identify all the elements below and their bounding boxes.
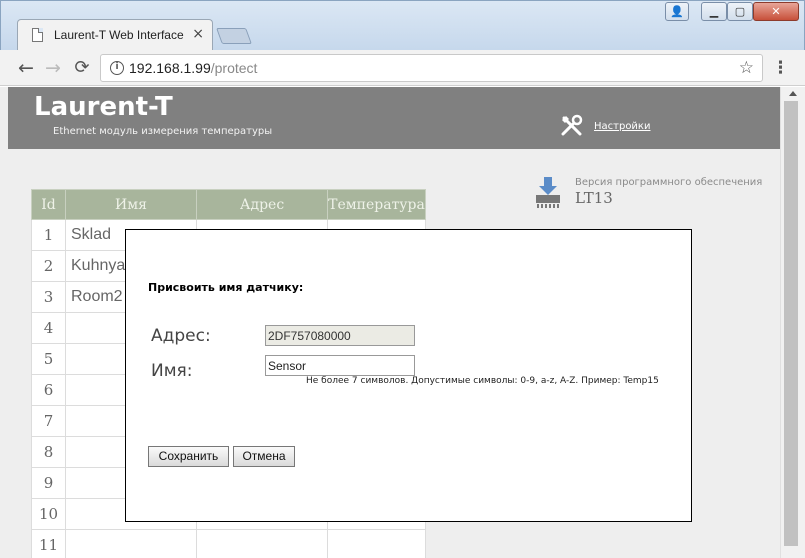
user-icon[interactable]: 👤 bbox=[665, 2, 689, 21]
name-label: Имя: bbox=[151, 361, 193, 381]
browser-tab[interactable]: Laurent-T Web Interface × bbox=[17, 19, 213, 51]
forward-icon[interactable]: → bbox=[41, 56, 65, 80]
row-name[interactable] bbox=[65, 529, 197, 558]
row-id: 3 bbox=[31, 281, 66, 313]
table-row[interactable]: 11 bbox=[31, 529, 426, 558]
address-bar[interactable]: i 192.168.1.99/protect ☆ bbox=[100, 54, 763, 82]
tab-title: Laurent-T Web Interface bbox=[54, 28, 184, 42]
cancel-button[interactable]: Отмена bbox=[233, 446, 295, 467]
row-address bbox=[196, 529, 328, 558]
firmware-label: Версия программного обеспечения bbox=[575, 177, 763, 188]
column-header-name: Имя bbox=[65, 189, 197, 220]
scrollbar-thumb[interactable] bbox=[784, 101, 798, 546]
url-host: 192.168.1.99 bbox=[129, 60, 211, 76]
page-scrollbar[interactable] bbox=[780, 87, 805, 558]
column-header-temperature: Температура bbox=[327, 189, 426, 220]
row-id: 4 bbox=[31, 312, 66, 344]
save-button[interactable]: Сохранить bbox=[148, 446, 229, 467]
row-id: 8 bbox=[31, 436, 66, 468]
reload-icon[interactable]: ⟳ bbox=[70, 56, 94, 80]
minimize-button[interactable]: ▁ bbox=[701, 2, 727, 21]
row-id: 5 bbox=[31, 343, 66, 375]
back-icon[interactable]: ← bbox=[14, 56, 38, 80]
scroll-up-arrow-icon[interactable] bbox=[789, 91, 797, 96]
firmware-version: LT13 bbox=[575, 189, 613, 207]
row-id: 11 bbox=[31, 529, 66, 558]
dialog-title: Присвоить имя датчику: bbox=[148, 281, 304, 294]
table-header-row: Id Имя Адрес Температура bbox=[31, 189, 426, 220]
new-tab-button[interactable] bbox=[216, 28, 252, 44]
rename-sensor-dialog: Присвоить имя датчику: Адрес: Имя: Не бо… bbox=[125, 229, 692, 522]
site-header: Laurent-T Ethernet модуль измерения темп… bbox=[8, 87, 780, 149]
settings-link[interactable]: Настройки bbox=[594, 121, 650, 132]
maximize-button[interactable]: ▢ bbox=[727, 2, 753, 21]
browser-toolbar: ← → ⟳ i 192.168.1.99/protect ☆ ⋮ bbox=[0, 50, 805, 86]
bookmark-star-icon[interactable]: ☆ bbox=[739, 58, 754, 78]
brand-subtitle: Ethernet модуль измерения температуры bbox=[53, 126, 273, 137]
brand-title: Laurent-T bbox=[34, 92, 173, 122]
row-id: 6 bbox=[31, 374, 66, 406]
url-text[interactable]: 192.168.1.99/protect bbox=[129, 60, 257, 76]
url-path: /protect bbox=[210, 60, 258, 76]
close-tab-icon[interactable]: × bbox=[192, 26, 204, 42]
page-content: Laurent-T Ethernet модуль измерения темп… bbox=[0, 87, 780, 558]
row-id: 10 bbox=[31, 498, 66, 530]
close-window-button[interactable]: ✕ bbox=[753, 2, 799, 21]
browser-titlebar: Laurent-T Web Interface × 👤 ▁ ▢ ✕ bbox=[0, 0, 805, 51]
tools-icon[interactable] bbox=[560, 114, 584, 138]
row-id: 2 bbox=[31, 250, 66, 282]
address-label: Адрес: bbox=[151, 326, 211, 346]
browser-menu-icon[interactable]: ⋮ bbox=[772, 56, 789, 80]
row-id: 9 bbox=[31, 467, 66, 499]
page-icon bbox=[32, 28, 43, 42]
row-id: 1 bbox=[31, 219, 66, 251]
info-icon[interactable]: i bbox=[110, 61, 124, 75]
column-header-address: Адрес bbox=[196, 189, 328, 220]
name-field[interactable] bbox=[265, 355, 415, 376]
row-id: 7 bbox=[31, 405, 66, 437]
row-temperature bbox=[327, 529, 426, 558]
name-hint: Не более 7 символов. Допустимые символы:… bbox=[306, 376, 659, 386]
address-field[interactable] bbox=[265, 325, 415, 346]
column-header-id: Id bbox=[31, 189, 66, 220]
firmware-download-icon bbox=[536, 177, 560, 208]
